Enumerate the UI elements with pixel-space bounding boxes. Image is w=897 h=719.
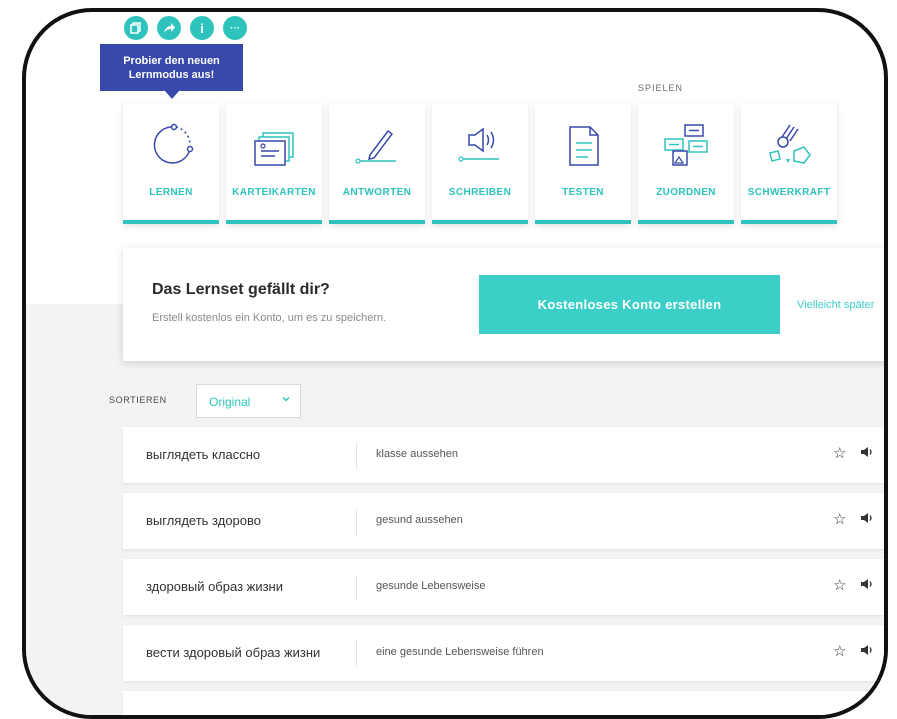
test-icon xyxy=(569,126,599,166)
term-row: выглядеть здорово gesund aussehen ☆ xyxy=(123,493,884,549)
maybe-later-link[interactable]: Vielleicht später xyxy=(797,299,874,311)
write-icon xyxy=(355,129,396,164)
definition-text: klasse aussehen xyxy=(376,448,458,460)
mode-schwerkraft[interactable]: SCHWERKRAFT xyxy=(741,103,837,224)
create-account-button[interactable]: Kostenloses Konto erstellen xyxy=(479,275,780,334)
mode-label: KARTEIKARTEN xyxy=(232,187,316,198)
mode-schreiben[interactable]: SCHREIBEN xyxy=(432,103,528,224)
mode-zuordnen[interactable]: ZUORDNEN xyxy=(638,103,734,224)
mode-label: TESTEN xyxy=(562,187,604,198)
term-text: вести здоровый образ жизни xyxy=(146,645,321,660)
term-text: выглядеть классно xyxy=(146,447,261,462)
mode-testen[interactable]: TESTEN xyxy=(535,103,631,224)
definition-text: gesunde Lebensweise xyxy=(376,580,486,592)
star-icon[interactable]: ☆ xyxy=(833,510,846,528)
section-label-spielen: SPIELEN xyxy=(638,83,684,93)
star-icon[interactable]: ☆ xyxy=(833,576,846,594)
flashcards-icon xyxy=(254,132,294,166)
mode-label: ZUORDNEN xyxy=(656,187,716,198)
info-icon[interactable]: i xyxy=(190,16,214,40)
mode-label: LERNEN xyxy=(149,187,193,198)
gravity-icon xyxy=(769,124,811,164)
info-glyph: i xyxy=(200,20,204,36)
device-frame: i ··· Probier den neuen Lernmodus aus! S… xyxy=(22,8,888,719)
mode-label: ANTWORTEN xyxy=(342,187,412,198)
copy-icon[interactable] xyxy=(124,16,148,40)
more-glyph: ··· xyxy=(230,22,240,34)
sort-label: SORTIEREN xyxy=(109,395,167,405)
signup-promo-card: Das Lernset gefällt dir? Erstell kostenl… xyxy=(123,248,884,361)
term-text: здоровый образ жизни xyxy=(146,579,283,594)
term-row: вести здоровый образ жизни eine gesunde … xyxy=(123,625,884,681)
term-text: выглядеть здорово xyxy=(146,513,261,528)
tooltip-text: Probier den neuen Lernmodus aus! xyxy=(123,54,220,81)
promo-subtitle: Erstell kostenlos ein Konto, um es zu sp… xyxy=(152,312,387,324)
mode-label: SCHWERKRAFT xyxy=(747,187,831,198)
term-row: выглядеть классно klasse aussehen ☆ xyxy=(123,427,884,483)
speaker-icon[interactable] xyxy=(860,511,874,525)
spell-icon xyxy=(458,127,499,162)
star-icon[interactable]: ☆ xyxy=(833,642,846,660)
match-icon xyxy=(664,124,708,166)
mode-karteikarten[interactable]: KARTEIKARTEN xyxy=(226,103,322,224)
star-icon[interactable]: ☆ xyxy=(833,444,846,462)
definition-text: gesund aussehen xyxy=(376,514,463,526)
sort-value: Original xyxy=(209,395,251,409)
share-icon[interactable] xyxy=(157,16,181,40)
row-divider xyxy=(356,443,357,469)
term-row: здоровый образ жизни gesunde Lebensweise… xyxy=(123,559,884,615)
sort-dropdown[interactable]: Original xyxy=(196,384,301,418)
row-divider xyxy=(356,641,357,667)
chevron-down-icon xyxy=(281,394,291,407)
promo-title: Das Lernset gefällt dir? xyxy=(152,281,330,298)
learn-icon xyxy=(153,123,194,164)
speaker-icon[interactable] xyxy=(860,643,874,657)
mode-label: SCHREIBEN xyxy=(448,187,512,198)
definition-text: eine gesunde Lebensweise führen xyxy=(376,646,544,658)
new-learn-mode-tooltip[interactable]: Probier den neuen Lernmodus aus! xyxy=(100,44,243,91)
term-row-partial xyxy=(123,691,884,715)
speaker-icon[interactable] xyxy=(860,577,874,591)
mode-lernen[interactable]: LERNEN xyxy=(123,103,219,224)
more-icon[interactable]: ··· xyxy=(223,16,247,40)
row-divider xyxy=(356,575,357,601)
tooltip-arrow xyxy=(165,91,179,99)
speaker-icon[interactable] xyxy=(860,445,874,459)
row-divider xyxy=(356,509,357,535)
mode-antworten[interactable]: ANTWORTEN xyxy=(329,103,425,224)
